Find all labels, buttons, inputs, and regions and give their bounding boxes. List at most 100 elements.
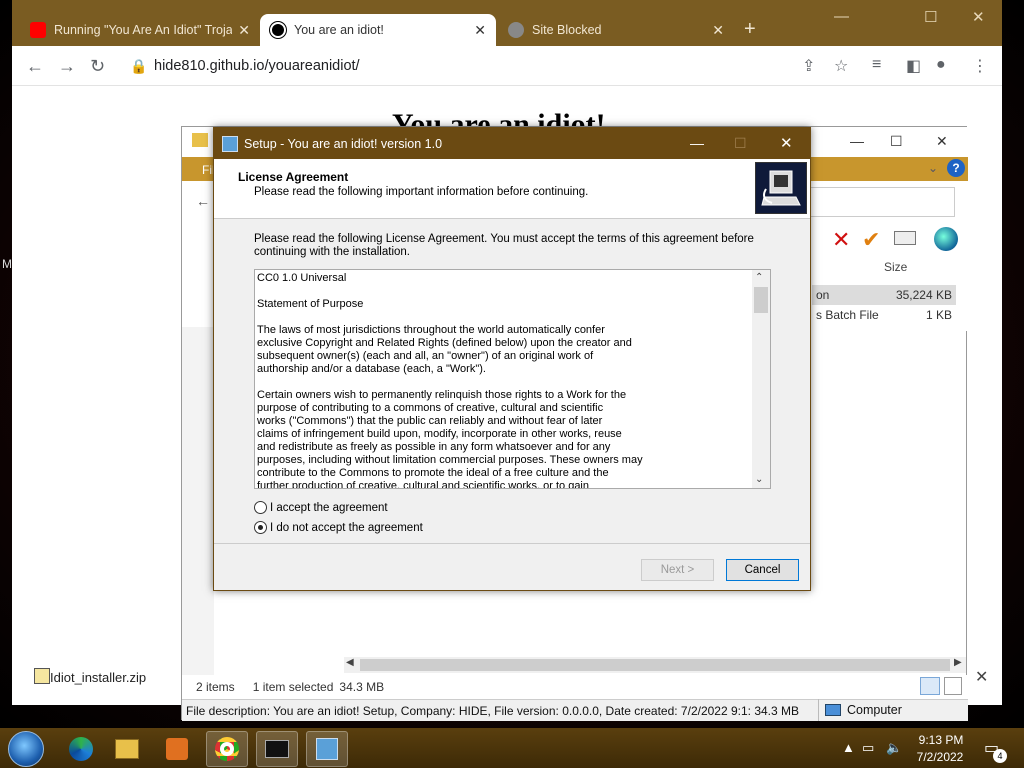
file-row-selected[interactable]: on 35,224 KB <box>812 285 956 305</box>
zip-file-icon <box>34 668 50 684</box>
scroll-right-icon[interactable]: ▶ <box>954 657 962 668</box>
browser-toolbar: ← → ↻ 🔒 hide810.github.io/youareanidiot/… <box>12 46 1002 86</box>
media-player-icon[interactable] <box>156 731 198 767</box>
close-icon[interactable]: ✕ <box>712 22 724 39</box>
radio-button[interactable] <box>254 501 267 514</box>
globe-icon[interactable] <box>934 227 958 251</box>
decline-agreement-radio[interactable]: I do not accept the agreement <box>254 521 423 534</box>
network-icon[interactable]: ▭ <box>862 740 874 756</box>
accept-agreement-radio[interactable]: I accept the agreement <box>254 501 388 514</box>
computer-label: Computer <box>847 703 902 717</box>
smiley-icon <box>270 22 286 38</box>
media-icon[interactable]: ≡ <box>872 56 881 74</box>
download-filename[interactable]: Idiot_installer.zip <box>50 670 146 685</box>
new-tab-button[interactable]: + <box>744 18 756 41</box>
next-button[interactable]: Next > <box>641 559 714 581</box>
status-bar: 2 items 1 item selected 34.3 MB <box>182 675 968 699</box>
divider <box>214 543 810 544</box>
back-icon[interactable]: ← <box>196 193 210 209</box>
youtube-icon <box>30 22 46 38</box>
setup-subheading: Please read the following important info… <box>254 186 589 198</box>
chrome-icon[interactable] <box>206 731 248 767</box>
setup-titlebar: Setup - You are an idiot! version 1.0 — … <box>214 128 810 159</box>
license-textbox[interactable]: CC0 1.0 Universal Statement of Purpose T… <box>254 269 771 489</box>
setup-heading: License Agreement <box>238 170 349 184</box>
help-icon[interactable]: ? <box>947 159 965 177</box>
profile-icon[interactable]: ● <box>936 56 946 74</box>
license-intro: Please read the following License Agreem… <box>254 233 754 258</box>
minimize-icon[interactable]: — <box>850 133 864 149</box>
maximize-icon: ☐ <box>734 135 747 151</box>
computer-icon <box>825 704 841 716</box>
minimize-icon[interactable]: — <box>690 135 704 151</box>
scroll-left-icon[interactable]: ◀ <box>346 657 354 668</box>
search-box[interactable] <box>810 187 955 217</box>
delete-icon[interactable]: ✕ <box>832 227 850 253</box>
close-icon[interactable]: ✕ <box>238 22 250 39</box>
notification-count: 4 <box>993 749 1007 763</box>
selection-count: 1 item selected <box>252 680 334 694</box>
item-count: 2 items <box>196 680 235 694</box>
setup-app-icon <box>222 136 238 152</box>
start-button[interactable] <box>8 731 44 767</box>
back-icon[interactable]: ← <box>26 56 44 77</box>
license-text: CC0 1.0 Universal Statement of Purpose T… <box>257 272 643 489</box>
size-column-header[interactable]: Size <box>884 260 907 274</box>
reload-icon[interactable]: ↻ <box>90 56 105 77</box>
navigation-pane <box>182 327 214 677</box>
rename-icon[interactable] <box>894 231 916 245</box>
scrollbar-thumb[interactable] <box>754 287 768 313</box>
minimize-icon[interactable]: — <box>834 8 849 25</box>
file-row[interactable]: s Batch File 1 KB <box>812 305 956 325</box>
file-explorer-icon[interactable] <box>106 731 148 767</box>
show-hidden-icons[interactable]: ▲ <box>842 740 855 755</box>
desktop-text: M <box>2 257 12 271</box>
tab-site-blocked[interactable]: Site Blocked ✕ <box>498 14 734 46</box>
menu-icon[interactable]: ⋮ <box>972 56 988 76</box>
close-window-icon[interactable]: ✕ <box>972 8 985 26</box>
volume-icon[interactable]: 🔈 <box>886 740 902 756</box>
scroll-up-icon[interactable]: ⌃ <box>755 272 763 283</box>
setup-logo-icon <box>755 162 807 214</box>
radio-button[interactable] <box>254 521 267 534</box>
forward-icon[interactable]: → <box>58 56 76 77</box>
maximize-icon[interactable]: ☐ <box>924 8 937 26</box>
setup-installer-icon[interactable] <box>306 731 348 767</box>
clock-time[interactable]: 9:13 PM <box>917 733 965 747</box>
tab-label: Site Blocked <box>532 23 602 37</box>
scroll-down-icon[interactable]: ⌄ <box>755 474 763 485</box>
side-panel-icon[interactable]: ◧ <box>906 56 921 76</box>
tab-label: Running "You Are An Idiot" Troja <box>54 23 233 37</box>
clock-date[interactable]: 7/2/2022 <box>912 750 968 764</box>
close-icon[interactable]: ✕ <box>936 133 948 150</box>
check-icon[interactable]: ✔ <box>862 227 880 253</box>
share-icon[interactable]: ⇪ <box>802 56 815 76</box>
chevron-down-icon[interactable]: ⌄ <box>928 161 938 175</box>
close-download-bar-icon[interactable]: ✕ <box>975 667 988 687</box>
tab-label: You are an idiot! <box>294 23 384 37</box>
folder-icon <box>192 133 208 147</box>
close-icon[interactable]: ✕ <box>474 22 486 39</box>
url-text[interactable]: hide810.github.io/youareanidiot/ <box>154 58 360 74</box>
close-icon[interactable]: ✕ <box>780 134 793 152</box>
radio-label: I do not accept the agreement <box>270 521 423 534</box>
file-size: 1 KB <box>925 308 952 322</box>
radio-label: I accept the agreement <box>270 501 388 514</box>
command-prompt-icon[interactable] <box>256 731 298 767</box>
tab-you-are-an-idiot[interactable]: You are an idiot! ✕ <box>260 14 496 46</box>
file-size: 35,224 KB <box>895 288 952 302</box>
tab-youtube[interactable]: Running "You Are An Idiot" Troja ✕ <box>20 14 260 46</box>
details-view-icon[interactable] <box>920 677 940 695</box>
file-details: File description: You are an idiot! Setu… <box>186 703 800 718</box>
file-name: on <box>816 288 830 302</box>
cancel-button[interactable]: Cancel <box>726 559 799 581</box>
scrollbar-thumb[interactable] <box>360 659 950 671</box>
file-name: s Batch File <box>816 308 879 322</box>
computer-location: Computer <box>818 699 902 721</box>
maximize-icon[interactable]: ☐ <box>890 133 903 150</box>
lock-icon[interactable]: 🔒 <box>130 58 147 75</box>
large-icons-view-icon[interactable] <box>944 677 962 695</box>
edge-icon[interactable] <box>60 731 102 767</box>
bookmark-star-icon[interactable]: ☆ <box>834 56 848 76</box>
selection-size: 34.3 MB <box>339 680 385 694</box>
